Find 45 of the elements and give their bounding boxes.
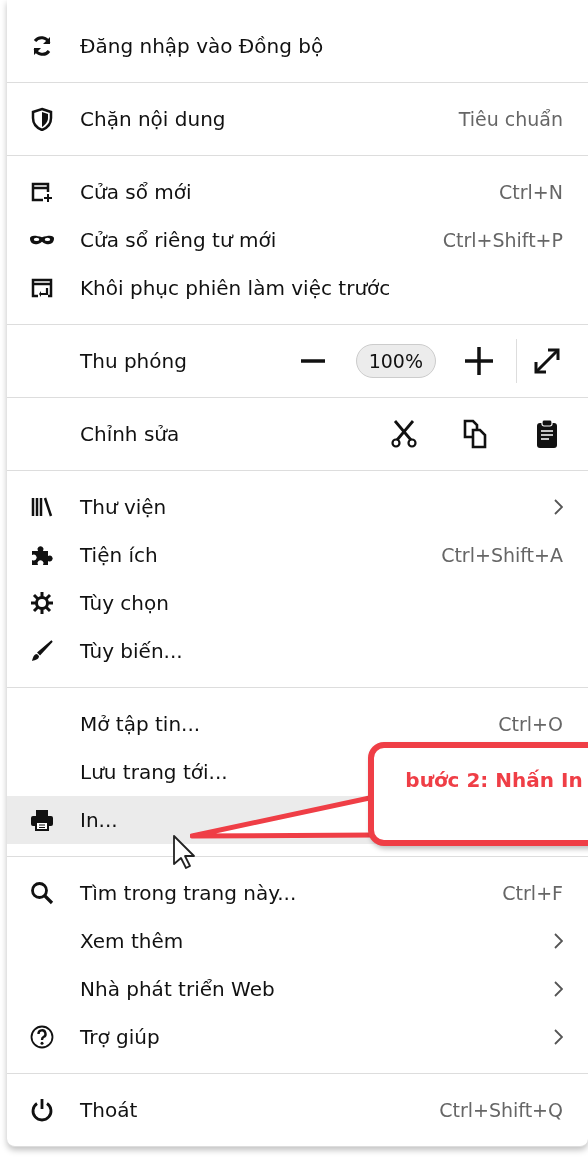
shortcut-text: Ctrl+F (502, 882, 563, 904)
menu-item[interactable]: Tùy biến... (7, 627, 588, 675)
settings-icon (30, 591, 54, 615)
puzzle-icon (30, 543, 54, 567)
shortcut-text: Ctrl+Shift+A (441, 544, 563, 566)
menu-item[interactable]: Mở tập tin... Ctrl+O (7, 700, 588, 748)
menu-item[interactable]: Cửa sổ mới Ctrl+N (7, 168, 588, 216)
menu-item[interactable]: Xem thêm (7, 917, 588, 965)
scissors-icon (391, 420, 417, 448)
menu-item[interactable]: Tiện ích Ctrl+Shift+A (7, 531, 588, 579)
shortcut-text: Ctrl+Shift+Q (439, 1099, 563, 1121)
menu-item[interactable]: Khôi phục phiên làm việc trước (7, 264, 588, 312)
callout-text: bước 2: Nhấn In (404, 767, 584, 794)
library-icon (30, 495, 54, 519)
cursor-icon (172, 834, 196, 870)
expand-icon (533, 347, 561, 375)
shortcut-text: Ctrl+N (499, 181, 563, 203)
menu-item[interactable]: Thư viện (7, 483, 588, 531)
menu-item[interactable]: Trợ giúp (7, 1013, 588, 1061)
minus-icon (300, 359, 325, 363)
clipboard-icon (536, 419, 558, 449)
restore-window-icon (30, 276, 54, 300)
menu-item[interactable]: Tìm trong trang này... Ctrl+F (7, 869, 588, 917)
menu-item[interactable]: Nhà phát triển Web (7, 965, 588, 1013)
search-icon (30, 881, 54, 905)
brush-icon (30, 639, 54, 663)
new-window-icon (30, 180, 54, 204)
zoom-reset-button[interactable]: 100% (355, 344, 436, 378)
zoom-label: Thu phóng (80, 349, 187, 373)
power-icon (30, 1098, 54, 1122)
menu-item[interactable]: Cửa sổ riêng tư mới Ctrl+Shift+P (7, 216, 588, 264)
menu-item[interactable]: Thoát Ctrl+Shift+Q (7, 1086, 588, 1134)
shortcut-text: Ctrl+Shift+P (442, 229, 563, 251)
shortcut-text: Tiêu chuẩn (458, 108, 563, 130)
edit-label: Chỉnh sửa (80, 422, 180, 446)
shield-icon (30, 107, 54, 131)
menu-item[interactable]: Chặn nội dung Tiêu chuẩn (7, 95, 588, 143)
help-icon (30, 1025, 54, 1049)
menu-item[interactable]: Tùy chọn (7, 579, 588, 627)
copy-icon (463, 419, 489, 449)
shortcut-text: Ctrl+O (498, 713, 563, 735)
mask-icon (30, 235, 54, 245)
plus-icon (465, 347, 493, 375)
printer-icon (30, 808, 54, 832)
menu-item[interactable]: Đăng nhập vào Đồng bộ (7, 22, 588, 70)
